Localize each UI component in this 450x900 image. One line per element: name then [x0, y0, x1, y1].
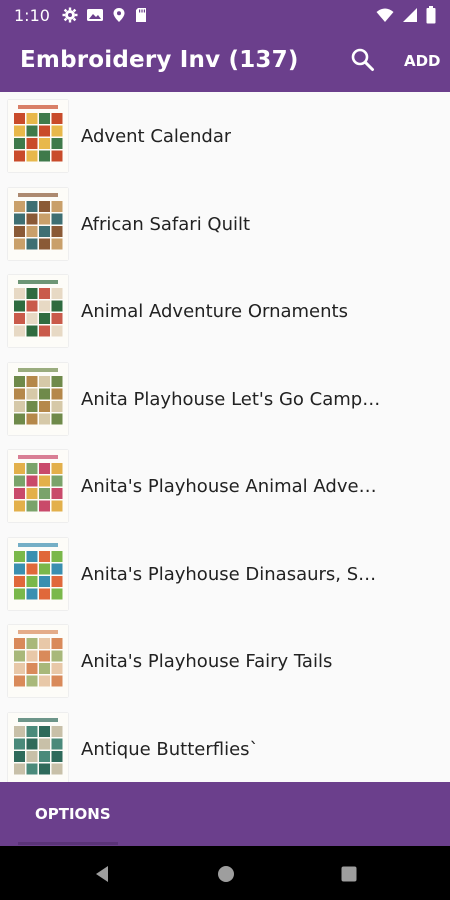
pattern-thumbnail — [8, 712, 68, 782]
status-right-icons — [376, 6, 436, 24]
list-item-label: Anita's Playhouse Animal Adventur… — [81, 476, 381, 497]
signal-icon — [402, 7, 418, 23]
list-item-label: Antique Butterflies` — [81, 738, 259, 760]
page-title: Embroidery Inv (137) — [20, 47, 299, 73]
home-button[interactable] — [217, 865, 235, 888]
inventory-list[interactable]: Advent Calendar African Safari Quilt Ani… — [0, 92, 450, 782]
image-icon — [86, 7, 104, 23]
list-item[interactable]: Antique Butterflies` — [0, 705, 450, 782]
location-icon — [112, 7, 126, 23]
back-icon — [96, 866, 108, 882]
system-nav-bar — [0, 846, 450, 900]
list-item[interactable]: Animal Adventure Ornaments — [0, 267, 450, 355]
recents-icon — [341, 866, 357, 882]
list-item-label: Anita Playhouse Let's Go Camping — [81, 388, 381, 410]
list-item-label: Advent Calendar — [81, 126, 232, 147]
bottom-bar: OPTIONS — [0, 782, 450, 846]
status-time: 1:10 — [14, 5, 50, 25]
pattern-thumbnail — [8, 450, 68, 522]
pattern-thumbnail — [8, 537, 68, 610]
options-underline — [18, 842, 118, 845]
sd-card-icon — [134, 7, 148, 23]
list-item[interactable]: Anita's Playhouse Dinasaurs, Shark… — [0, 530, 450, 618]
search-icon — [351, 48, 374, 71]
list-item[interactable]: Anita's Playhouse Fairy Tails — [0, 617, 450, 705]
list-item[interactable]: Anita's Playhouse Animal Adventur… — [0, 442, 450, 530]
list-item-label: Anita's Playhouse Fairy Tails — [81, 651, 333, 672]
status-left-icons — [62, 7, 148, 23]
options-button[interactable]: OPTIONS — [35, 805, 111, 823]
list-item[interactable]: Advent Calendar — [0, 92, 450, 180]
back-button[interactable] — [93, 865, 111, 888]
pattern-thumbnail — [8, 362, 68, 435]
pattern-thumbnail — [8, 100, 68, 172]
app-bar: Embroidery Inv (137) ADD — [0, 30, 450, 92]
battery-icon — [426, 6, 436, 24]
gear-icon — [62, 7, 78, 23]
home-icon — [218, 866, 234, 882]
pattern-thumbnail — [8, 275, 68, 347]
recents-button[interactable] — [340, 865, 358, 888]
list-item-label: Animal Adventure Ornaments — [81, 301, 348, 322]
search-button[interactable] — [350, 47, 376, 73]
pattern-thumbnail — [8, 187, 68, 260]
add-button[interactable]: ADD — [404, 52, 441, 70]
status-bar: 1:10 — [0, 0, 450, 30]
list-item-label: African Safari Quilt — [81, 213, 251, 235]
list-item-label: Anita's Playhouse Dinasaurs, Shark… — [81, 563, 381, 585]
list-item[interactable]: Anita Playhouse Let's Go Camping — [0, 355, 450, 443]
list-item[interactable]: African Safari Quilt — [0, 180, 450, 268]
pattern-thumbnail — [8, 625, 68, 697]
wifi-icon — [376, 7, 394, 23]
